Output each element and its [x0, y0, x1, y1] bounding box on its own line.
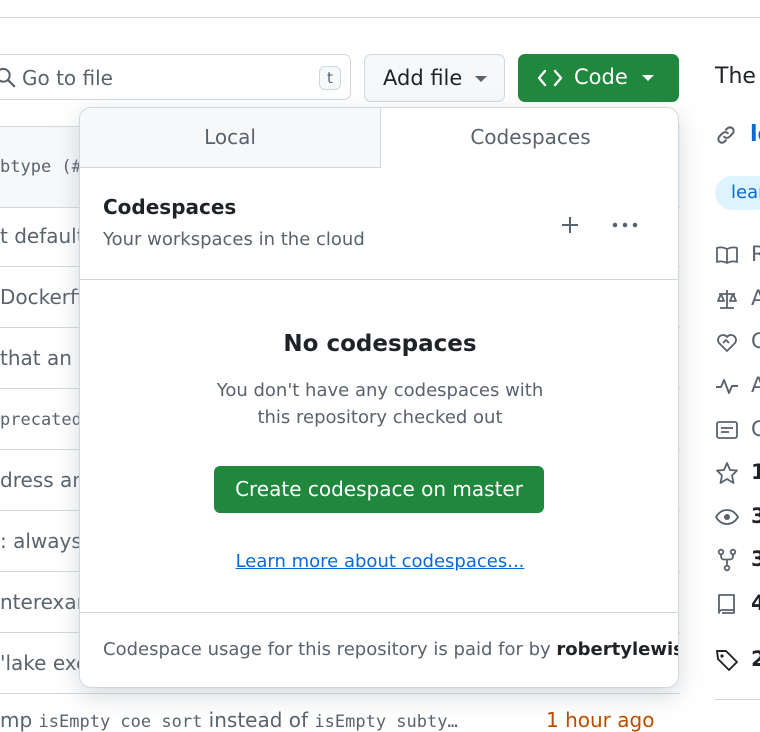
commit-text: instead of — [202, 708, 315, 732]
sidebar-item-activity[interactable]: A — [715, 373, 760, 400]
sidebar-item-tags[interactable]: 25 — [715, 647, 760, 674]
sidebar-item-label: A — [751, 286, 760, 310]
plus-icon — [562, 217, 578, 233]
create-codespace-button[interactable]: Create codespace on master — [214, 466, 544, 513]
file-row-commit[interactable]: Dockerfi — [0, 285, 83, 309]
search-icon — [0, 67, 16, 88]
commit-code: isEmpty coe sort — [38, 712, 203, 732]
billing-note: Codespace usage for this repository is p… — [103, 639, 679, 660]
commit-time[interactable]: 1 hour ago — [546, 708, 654, 732]
sidebar-item-custom-properties[interactable]: C — [715, 417, 760, 444]
file-row-commit[interactable]: dress an — [0, 468, 85, 492]
sidebar-item-label: 4 — [751, 591, 760, 615]
note-icon — [716, 421, 738, 439]
star-icon — [716, 462, 738, 484]
chevron-down-icon — [642, 75, 654, 81]
empty-state-title: No codespaces — [283, 331, 477, 357]
heart-handshake-icon — [717, 334, 737, 352]
sidebar-item-label: 3 — [751, 547, 760, 571]
file-row-commit[interactable]: mp isEmpty coe sort instead of isEmpty s… — [0, 708, 458, 732]
codespaces-heading: Codespaces — [103, 195, 237, 219]
pulse-icon — [716, 379, 738, 394]
sidebar-item-watchers[interactable]: 3 — [715, 504, 760, 531]
header-divider — [0, 17, 760, 18]
billing-note-text: Codespace usage for this repository is p… — [103, 639, 557, 660]
popup-divider — [80, 279, 678, 280]
learn-more-link[interactable]: Learn more about codespaces... — [80, 551, 678, 572]
sidebar-item-label: R — [751, 242, 760, 266]
tab-local[interactable]: Local — [80, 108, 381, 168]
topic-tag[interactable]: lean — [715, 176, 760, 210]
sidebar-item-code-of-conduct[interactable]: C — [715, 329, 760, 356]
create-codespace-label: Create codespace on master — [235, 477, 523, 501]
file-row-commit[interactable]: t default — [0, 224, 85, 248]
code-icon — [537, 69, 563, 87]
sidebar-item-label: C — [751, 329, 760, 353]
sidebar-item-license[interactable]: A — [715, 286, 760, 313]
code-dropdown-popup: Local Codespaces Codespaces Your workspa… — [79, 107, 679, 688]
go-to-file-input[interactable]: Go to file t — [0, 54, 351, 100]
new-codespace-button[interactable] — [553, 208, 587, 242]
link-icon — [717, 126, 735, 144]
tab-codespaces[interactable]: Codespaces — [381, 108, 678, 168]
commit-text: mp — [0, 708, 39, 732]
sidebar-item-label: 3 — [751, 504, 760, 528]
popup-divider — [80, 612, 678, 613]
tab-codespaces-label: Codespaces — [470, 125, 591, 149]
eye-icon — [715, 509, 739, 525]
file-row-commit[interactable]: precated — [0, 410, 82, 430]
row-divider — [0, 693, 680, 694]
repo-icon — [718, 594, 735, 614]
code-button-label: Code — [574, 65, 628, 89]
file-row-commit[interactable]: : always — [0, 529, 82, 553]
sidebar-item-label: 1 — [751, 460, 760, 484]
file-row: mp isEmpty coe sort instead of isEmpty s… — [0, 708, 680, 732]
more-options-button[interactable] — [608, 208, 642, 242]
sidebar-divider — [715, 699, 760, 700]
sidebar-item-label: 25 — [751, 647, 760, 671]
code-button[interactable]: Code — [518, 54, 679, 102]
sidebar-item-label: C — [751, 417, 760, 441]
tag-icon — [716, 650, 738, 671]
about-title: The — [715, 64, 756, 89]
billing-owner: robertylewis — [556, 639, 679, 660]
fork-icon — [717, 548, 737, 572]
add-file-button[interactable]: Add file — [364, 54, 505, 102]
add-file-label: Add file — [383, 66, 463, 90]
chevron-down-icon — [475, 76, 487, 82]
sidebar-item-readme[interactable]: R — [715, 242, 760, 269]
sidebar-item-label: A — [751, 373, 760, 397]
file-row-commit[interactable]: that an e — [0, 346, 91, 370]
website-link[interactable]: le — [750, 122, 760, 147]
kebab-horizontal-icon — [612, 222, 638, 228]
sidebar-item-stars[interactable]: 1 — [715, 460, 760, 487]
sidebar-item-releases[interactable]: 4 — [715, 591, 760, 618]
sidebar-item-forks[interactable]: 3 — [715, 547, 760, 574]
file-row-commit[interactable]: 'lake exe — [0, 651, 88, 675]
tab-local-label: Local — [204, 125, 256, 149]
commit-code: isEmpty subty… — [314, 712, 458, 732]
scale-icon — [717, 290, 737, 309]
search-placeholder: Go to file — [22, 66, 113, 90]
book-icon — [716, 246, 738, 264]
shortcut-key-badge: t — [319, 66, 341, 90]
latest-commit-message[interactable]: btype (# — [0, 157, 82, 177]
topic-label: lean — [731, 182, 760, 203]
empty-state-description: You don't have any codespaces with this … — [216, 380, 544, 428]
codespaces-subtitle: Your workspaces in the cloud — [103, 229, 365, 250]
